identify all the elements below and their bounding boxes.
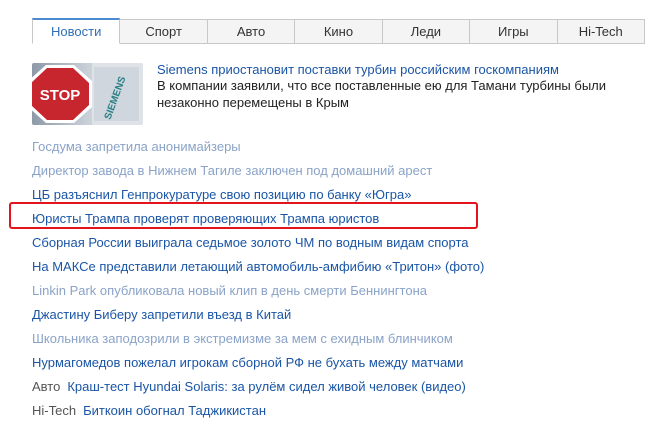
- news-link[interactable]: Краш-тест Hyundai Solaris: за рулём сиде…: [67, 379, 466, 394]
- list-item: Сборная России выиграла седьмое золото Ч…: [32, 234, 632, 258]
- tab-label: Кино: [323, 24, 354, 39]
- list-item: Госдума запретила анонимайзеры: [32, 138, 632, 162]
- stop-sign-text: STOP: [40, 87, 81, 104]
- featured-story-image[interactable]: SIEMENS STOP: [32, 63, 143, 125]
- list-item: Школьника заподозрили в экстремизме за м…: [32, 330, 632, 354]
- list-item: Директор завода в Нижнем Тагиле заключен…: [32, 162, 632, 186]
- tab-cinema[interactable]: Кино: [295, 19, 383, 44]
- category-label: Авто: [32, 379, 61, 394]
- list-item: Джастину Биберу запретили въезд в Китай: [32, 306, 632, 330]
- tab-games[interactable]: Игры: [470, 19, 558, 44]
- tab-label: Новости: [51, 24, 102, 39]
- news-link[interactable]: Сборная России выиграла седьмое золото Ч…: [32, 235, 469, 250]
- news-link[interactable]: Нурмагомедов пожелал игрокам сборной РФ …: [32, 355, 463, 370]
- tab-auto[interactable]: Авто: [207, 19, 296, 44]
- category-tabs: Новости Спорт Авто Кино Леди Игры Hi-Tec…: [32, 18, 645, 45]
- news-link[interactable]: Госдума запретила анонимайзеры: [32, 139, 241, 154]
- highlight-annotation-box: [9, 202, 478, 229]
- list-item: Linkin Park опубликовала новый клип в де…: [32, 282, 632, 306]
- stop-sign-photo: SIEMENS STOP: [32, 63, 143, 125]
- news-link[interactable]: Школьника заподозрили в экстремизме за м…: [32, 331, 453, 346]
- news-link[interactable]: ЦБ разъяснил Генпрокуратуре свою позицию…: [32, 187, 411, 202]
- tab-hitech[interactable]: Hi-Tech: [557, 19, 645, 44]
- news-link[interactable]: Директор завода в Нижнем Тагиле заключен…: [32, 163, 432, 178]
- tab-label: Игры: [497, 24, 529, 39]
- list-item: Нурмагомедов пожелал игрокам сборной РФ …: [32, 354, 632, 378]
- list-item: На МАКСе представили летающий автомобиль…: [32, 258, 632, 282]
- tab-sport[interactable]: Спорт: [120, 19, 208, 44]
- featured-story: SIEMENS STOP Siemens приостановит постав…: [32, 62, 632, 125]
- category-label: Hi-Tech: [32, 403, 77, 418]
- tab-label: Спорт: [145, 24, 182, 39]
- tab-news[interactable]: Новости: [32, 18, 121, 44]
- featured-story-description: В компании заявили, что все поставленные…: [157, 78, 607, 110]
- tab-label: Леди: [410, 24, 442, 39]
- news-link[interactable]: Биткоин обогнал Таджикистан: [83, 403, 266, 418]
- tab-label: Авто: [236, 24, 266, 39]
- tab-lady[interactable]: Леди: [382, 19, 471, 44]
- list-item: Hi-Tech Биткоин обогнал Таджикистан: [32, 402, 632, 426]
- list-item: Авто Краш-тест Hyundai Solaris: за рулём …: [32, 378, 632, 402]
- news-list: Госдума запретила анонимайзеры Директор …: [32, 138, 632, 426]
- news-link[interactable]: Linkin Park опубликовала новый клип в де…: [32, 283, 427, 298]
- tab-label: Hi-Tech: [578, 24, 623, 39]
- news-link[interactable]: На МАКСе представили летающий автомобиль…: [32, 259, 484, 274]
- news-link[interactable]: Джастину Биберу запретили въезд в Китай: [32, 307, 291, 322]
